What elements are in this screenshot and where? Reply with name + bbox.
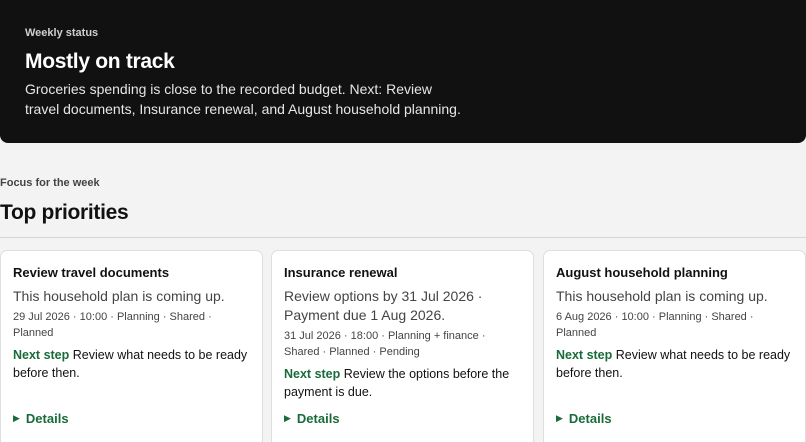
weekly-status-banner: Weekly status Mostly on track Groceries …: [0, 0, 806, 143]
section-eyebrow: Focus for the week: [0, 177, 100, 189]
status-title: Mostly on track: [25, 50, 175, 73]
card-description: This household plan is coming up.: [13, 288, 225, 304]
card-description: This household plan is coming up.: [556, 288, 768, 304]
details-label: Details: [25, 411, 69, 426]
card-title: Review travel documents: [13, 265, 170, 280]
priority-card: Insurance renewal Review options by 31 J…: [271, 250, 534, 442]
next-step-label: Next step: [556, 348, 613, 362]
card-next-step: Next step Review what needs to be ready …: [556, 346, 793, 382]
details-toggle[interactable]: ▶ Details: [13, 411, 69, 426]
card-meta: 29 Jul 2026 · 10:00 · Planning · Shared …: [13, 311, 212, 339]
details-toggle[interactable]: ▶ Details: [556, 411, 612, 426]
card-meta: 6 Aug 2026 · 10:00 · Planning · Shared ·…: [556, 311, 754, 339]
status-eyebrow: Weekly status: [25, 27, 99, 39]
card-meta: 31 Jul 2026 · 18:00 · Planning + finance…: [284, 330, 486, 358]
card-description: Review options by 31 Jul 2026 · Payment …: [284, 288, 483, 323]
priority-card: August household planning This household…: [543, 250, 806, 442]
card-next-step: Next step Review what needs to be ready …: [13, 346, 250, 382]
next-step-label: Next step: [284, 367, 341, 381]
details-label: Details: [568, 411, 612, 426]
section-title: Top priorities: [0, 201, 129, 224]
card-next-step: Next step Review the options before the …: [284, 365, 521, 401]
details-toggle[interactable]: ▶ Details: [284, 411, 340, 426]
status-summary: Groceries spending is close to the recor…: [25, 81, 461, 117]
card-title: Insurance renewal: [284, 265, 398, 280]
section-divider: [0, 237, 806, 238]
triangle-right-icon: ▶: [556, 413, 563, 423]
card-title: August household planning: [556, 265, 728, 280]
details-label: Details: [296, 411, 340, 426]
triangle-right-icon: ▶: [13, 413, 20, 423]
priority-card: Review travel documents This household p…: [0, 250, 263, 442]
next-step-label: Next step: [13, 348, 70, 362]
triangle-right-icon: ▶: [284, 413, 291, 423]
